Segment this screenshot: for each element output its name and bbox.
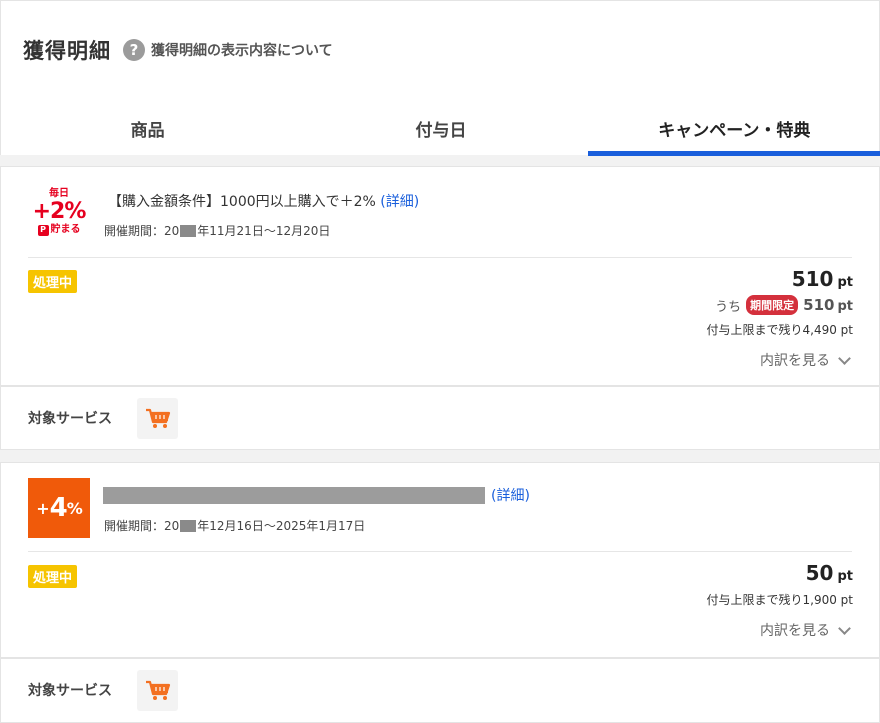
points-value: 510 [791, 267, 834, 291]
badge-line1: 毎日 [49, 187, 69, 199]
period-prefix: 開催期間：20 [104, 224, 180, 238]
badge-line3-wrap: P 貯まる [37, 224, 81, 236]
period-suffix: 年12月16日〜2025年1月17日 [197, 519, 366, 533]
period-prefix: 開催期間：20 [104, 519, 180, 533]
campaign-badge-2percent: 毎日 +2% P 貯まる [28, 181, 90, 243]
limited-row: うち 期間限定 510 pt [707, 295, 853, 315]
breakdown-toggle[interactable]: 内訳を見る [707, 350, 854, 370]
redacted-block [180, 519, 197, 532]
limited-points-unit: pt [837, 299, 853, 314]
redacted-block [180, 224, 197, 237]
campaign-card: +4% (詳細) 開催期間：20 年12月16日〜2025年1月17日 処理中 … [0, 462, 880, 658]
points-block: 510 pt うち 期間限定 510 pt 付与上限まで残り4,490 pt 内訳を… [707, 267, 854, 370]
chevron-down-icon [838, 351, 851, 365]
divider [28, 551, 852, 552]
status-badge: 処理中 [28, 270, 78, 293]
page-title: 獲得明細 [23, 39, 111, 63]
campaign-title: (詳細) [103, 485, 530, 505]
detail-link[interactable]: (詳細) [380, 194, 419, 210]
period-suffix: 年11月21日〜12月20日 [197, 224, 331, 238]
detail-link[interactable]: (詳細) [491, 485, 530, 505]
badge-plus: + [36, 498, 49, 518]
points-value: 50 [805, 561, 834, 585]
tab-product[interactable]: 商品 [1, 99, 294, 156]
badge-num: 4 [49, 493, 68, 523]
breakdown-toggle-label: 内訳を見る [760, 623, 830, 639]
target-service-label: 対象サービス [28, 411, 112, 427]
points-total: 50 pt [707, 561, 853, 585]
point-icon: P [37, 224, 49, 236]
help-link[interactable]: 獲得明細の表示内容について [151, 40, 333, 60]
chevron-down-icon [838, 621, 851, 635]
campaign-card: 毎日 +2% P 貯まる 【購入金額条件】1000円以上購入で＋2% (詳細) … [0, 166, 880, 386]
target-service-row: 対象サービス [0, 386, 880, 450]
status-badge: 処理中 [28, 565, 78, 588]
help-icon[interactable]: ? [123, 39, 145, 61]
points-block: 50 pt 付与上限まで残り1,900 pt 内訳を見る [707, 561, 854, 640]
points-unit: pt [837, 569, 853, 584]
limited-prefix: うち [715, 299, 742, 315]
redacted-title [103, 486, 485, 504]
breakdown-toggle[interactable]: 内訳を見る [707, 620, 854, 640]
limited-tag: 期間限定 [746, 295, 799, 315]
target-service-row: 対象サービス [0, 658, 880, 723]
badge-line2: +2% [32, 198, 87, 224]
title-row: 獲得明細 ? 獲得明細の表示内容について [23, 35, 333, 65]
tab-grant-date[interactable]: 付与日 [294, 99, 587, 156]
breakdown-toggle-label: 内訳を見る [760, 353, 830, 369]
target-service-label: 対象サービス [28, 683, 112, 699]
page: 獲得明細 ? 獲得明細の表示内容について 商品 付与日 キャンペーン・特典 毎日… [0, 0, 880, 723]
header: 獲得明細 ? 獲得明細の表示内容について 商品 付与日 キャンペーン・特典 [0, 0, 880, 156]
badge-pct: % [66, 498, 83, 518]
limited-points-value: 510 [803, 296, 835, 314]
shopping-cart-icon[interactable] [137, 670, 178, 711]
points-total: 510 pt [707, 267, 853, 291]
divider [28, 257, 852, 258]
tab-bar: 商品 付与日 キャンペーン・特典 [1, 99, 880, 156]
tab-campaign[interactable]: キャンペーン・特典 [587, 99, 880, 156]
limited-points: 510 pt [803, 296, 853, 314]
campaign-period: 開催期間：20 年12月16日〜2025年1月17日 [104, 517, 365, 534]
campaign-title-text: 【購入金額条件】1000円以上購入で＋2% [108, 194, 376, 210]
points-unit: pt [837, 275, 853, 290]
campaign-period: 開催期間：20 年11月21日〜12月20日 [104, 222, 330, 239]
campaign-title: 【購入金額条件】1000円以上購入で＋2% (詳細) [108, 191, 419, 211]
shopping-cart-icon[interactable] [137, 398, 178, 439]
badge-line3: 貯まる [50, 224, 81, 235]
remaining-limit: 付与上限まで残り1,900 pt [706, 593, 854, 607]
remaining-limit: 付与上限まで残り4,490 pt [706, 323, 854, 337]
campaign-badge-4percent: +4% [28, 478, 90, 538]
